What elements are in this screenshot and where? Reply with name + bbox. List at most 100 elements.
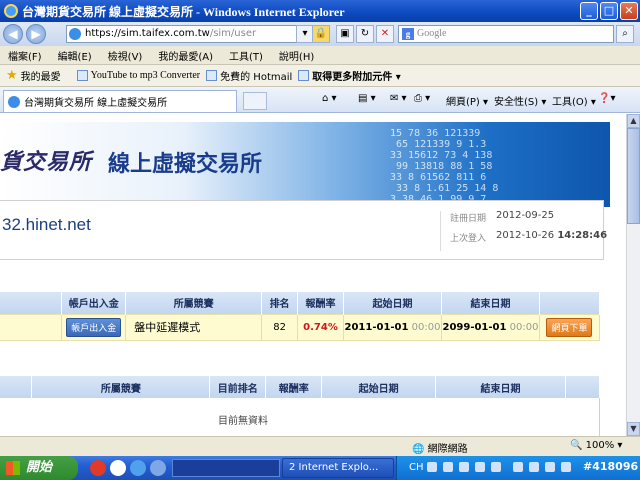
messenger-icon[interactable]: [561, 462, 571, 472]
taskbar-ie-button[interactable]: 2 Internet Explo...: [282, 458, 394, 478]
media-player-icon[interactable]: [90, 460, 106, 476]
favorites-bar: ★ 我的最愛 YouTube to mp3 Converter 免費的 Hotm…: [0, 65, 640, 87]
start-button[interactable]: 開始: [0, 456, 78, 480]
zoom-label: 100% ▾: [585, 440, 623, 451]
contest-name: 盤中延遲模式: [125, 313, 263, 341]
page-menu[interactable]: 網頁(P) ▾: [446, 93, 488, 108]
divider: [440, 211, 441, 251]
favorites-button[interactable]: ★ 我的最愛: [6, 68, 61, 83]
register-date: 2012-09-25: [496, 210, 555, 221]
scroll-down-button[interactable]: ▼: [627, 422, 640, 436]
rank-value: 82: [261, 313, 299, 341]
site-name: 線上虛擬交易所: [108, 152, 263, 177]
col-contest: 所屬競賽: [31, 376, 211, 398]
mail-icon[interactable]: ✉ ▾: [390, 93, 407, 104]
keyboard-icon[interactable]: [427, 462, 437, 472]
fav-item-youtube-mp3[interactable]: YouTube to mp3 Converter: [76, 70, 200, 81]
close-button[interactable]: ✕: [620, 2, 638, 20]
menu-edit[interactable]: 編輯(E): [58, 48, 92, 63]
compatibility-icon[interactable]: ▣: [336, 25, 354, 43]
search-input[interactable]: g Google: [398, 25, 614, 43]
history-table: 所屬競賽 目前排名 報酬率 起始日期 結束日期: [0, 376, 601, 398]
web-order-button[interactable]: 網頁下單: [546, 317, 593, 337]
col-action: [539, 292, 601, 314]
user-host: 32.hinet.net: [2, 215, 91, 234]
back-button[interactable]: ◀: [3, 24, 23, 44]
network-icon[interactable]: [513, 462, 523, 472]
col-start-date: 起始日期: [343, 292, 442, 314]
fav-item-addons[interactable]: 取得更多附加元件 ▾: [298, 68, 401, 83]
menu-bar: 檔案(F) 編輯(E) 檢視(V) 我的最愛(A) 工具(T) 說明(H): [0, 46, 640, 65]
browser-window: 台灣期貨交易所 線上虛擬交易所 - Windows Internet Explo…: [0, 0, 640, 480]
scroll-up-button[interactable]: ▲: [627, 114, 640, 128]
safety-menu[interactable]: 安全性(S) ▾: [494, 93, 546, 108]
scroll-thumb[interactable]: [627, 128, 640, 224]
account-transfer-button[interactable]: 帳戶出入金: [66, 317, 122, 337]
chrome-icon[interactable]: [110, 460, 126, 476]
taskbar-ie-label: 2 Internet Explo...: [289, 462, 379, 473]
help-tray-icon[interactable]: [475, 462, 485, 472]
col-rank: 排名: [261, 292, 299, 314]
refresh-button[interactable]: ↻: [356, 25, 374, 43]
maximize-button[interactable]: □: [600, 2, 618, 20]
col-return: 報酬率: [265, 376, 323, 398]
lock-icon[interactable]: 🔒: [312, 25, 330, 43]
zoom-control[interactable]: 🔍 100% ▾: [570, 440, 622, 451]
home-icon[interactable]: ⌂ ▾: [322, 93, 337, 104]
settings-tray-icon[interactable]: [491, 462, 501, 472]
col-return: 報酬率: [297, 292, 344, 314]
fav-item-label: 取得更多附加元件 ▾: [312, 72, 401, 83]
menu-view[interactable]: 檢視(V): [108, 48, 143, 63]
help-icon[interactable]: ❓▾: [598, 93, 615, 104]
feeds-icon[interactable]: ▤ ▾: [358, 93, 376, 104]
security-zone[interactable]: 🌐 網際網路: [412, 440, 468, 455]
contest-table: 帳戶出入金 所屬競賽 排名 報酬率 起始日期 結束日期 帳戶出入金 盤中延遲模式…: [0, 292, 601, 341]
taskbar-address-field[interactable]: [172, 459, 280, 477]
window-title: 台灣期貨交易所 線上虛擬交易所 - Windows Internet Explo…: [22, 4, 345, 19]
volume-icon[interactable]: [529, 462, 539, 472]
tools-menu[interactable]: 工具(O) ▾: [552, 93, 596, 108]
search-button[interactable]: ⌕: [616, 25, 634, 43]
menu-help[interactable]: 說明(H): [279, 48, 314, 63]
fav-item-hotmail[interactable]: 免費的 Hotmail: [206, 68, 292, 83]
table-row: 帳戶出入金 盤中延遲模式 82 0.74% 2011-01-01 00:00 2…: [0, 313, 601, 341]
pen-icon[interactable]: [443, 462, 453, 472]
language-indicator[interactable]: CH: [409, 462, 424, 473]
address-bar[interactable]: https://sim.taifex.com.tw/sim/user: [66, 25, 306, 43]
page-icon: [298, 70, 310, 81]
new-tab-button[interactable]: [243, 92, 267, 110]
menu-favorites[interactable]: 我的最愛(A): [158, 48, 213, 63]
no-data-text: 目前無資料: [218, 416, 268, 427]
vertical-scrollbar[interactable]: ▲ ▼: [626, 114, 640, 436]
system-tray: CH #418096: [396, 456, 640, 480]
start-date: 2011-01-01: [344, 321, 409, 333]
url-host: sim.taifex.com.tw: [120, 28, 210, 39]
register-date-label: 註冊日期: [450, 214, 487, 224]
site-banner: 15 78 36 121339 65 121339 9 1.3 33 15612…: [0, 122, 610, 207]
taskbar-clock: #418096: [583, 460, 639, 473]
menu-tools[interactable]: 工具(T): [229, 48, 263, 63]
print-icon[interactable]: ⎙ ▾: [414, 93, 430, 104]
security-tray-icon[interactable]: [545, 462, 555, 472]
minimize-button[interactable]: _: [580, 2, 598, 20]
stop-button[interactable]: ✕: [376, 25, 394, 43]
menu-file[interactable]: 檔案(F): [8, 48, 42, 63]
fav-item-label: 免費的 Hotmail: [220, 72, 293, 83]
ime-icon[interactable]: [459, 462, 469, 472]
windows-flag-icon: [6, 461, 20, 475]
site-favicon: [8, 95, 20, 108]
google-icon: g: [402, 28, 414, 40]
tab-current[interactable]: 台灣期貨交易所 線上虛擬交易所: [3, 90, 237, 112]
show-desktop-icon[interactable]: [150, 460, 166, 476]
user-info-box: 32.hinet.net 註冊日期 2012-09-25 上次登入 2012-1…: [0, 200, 607, 260]
forward-button[interactable]: ▶: [26, 24, 46, 44]
star-icon: ★: [6, 68, 18, 83]
table-header-row: 帳戶出入金 所屬競賽 排名 報酬率 起始日期 結束日期: [0, 292, 601, 314]
ie-quicklaunch-icon[interactable]: [130, 460, 146, 476]
col-end-date: 結束日期: [441, 292, 540, 314]
page-icon: [206, 70, 218, 81]
taskbar: 開始 2 Internet Explo... CH #418096: [0, 456, 640, 480]
address-row: ◀ ▶ https://sim.taifex.com.tw/sim/user ▾…: [0, 22, 640, 46]
title-bar: 台灣期貨交易所 線上虛擬交易所 - Windows Internet Explo…: [0, 0, 640, 22]
url-path: /sim/user: [209, 28, 257, 39]
